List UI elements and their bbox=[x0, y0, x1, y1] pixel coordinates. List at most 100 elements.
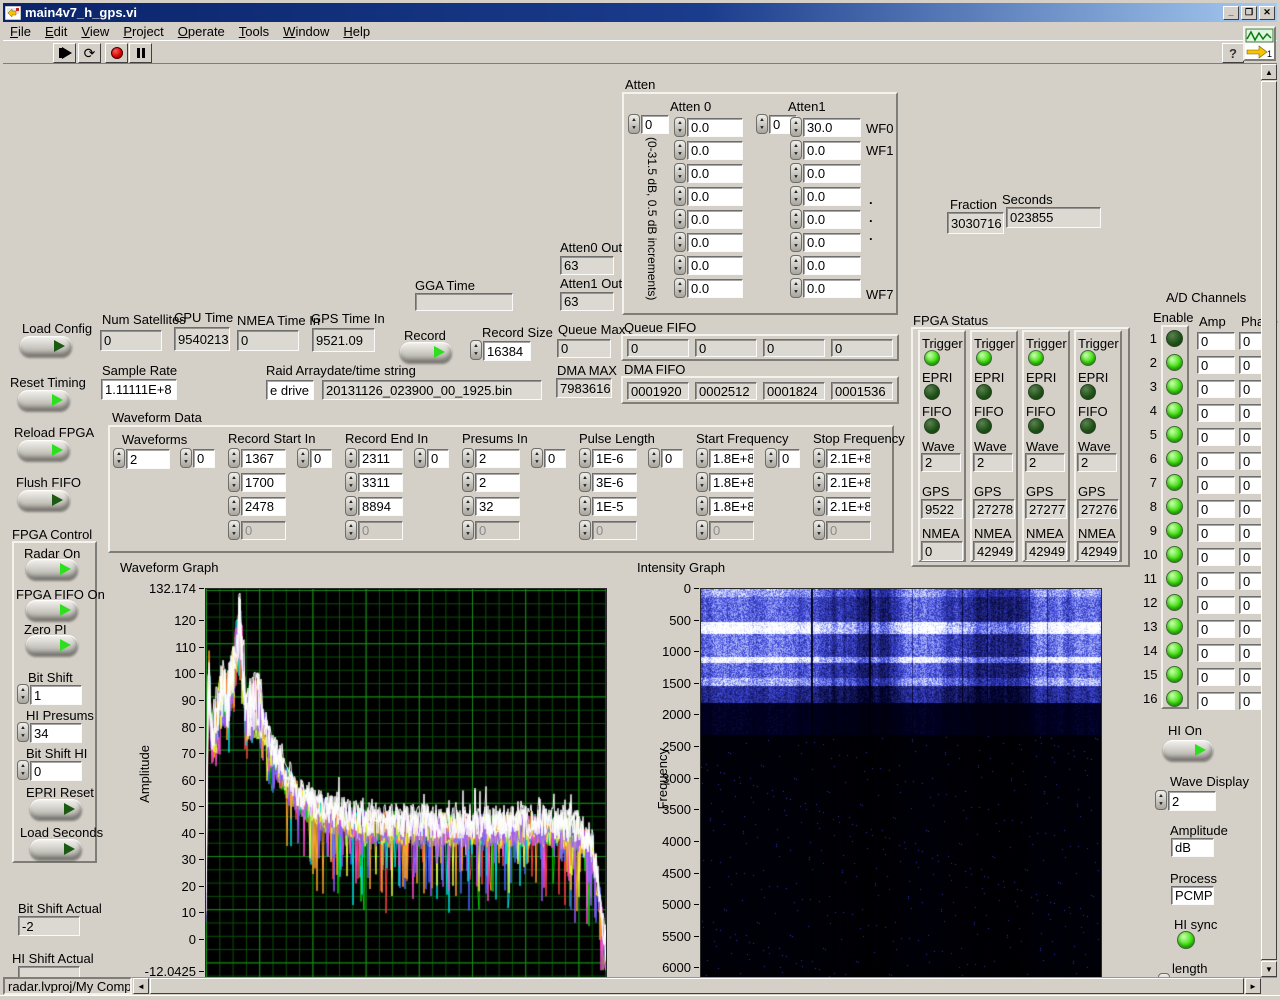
wfd-0-spinner-3[interactable]: ▲ ▼ bbox=[228, 520, 240, 540]
wfd-2-field-1[interactable]: 2 bbox=[475, 473, 520, 492]
hi-on-button[interactable] bbox=[1163, 740, 1213, 760]
wfd-index-spinner-5[interactable]: ▲ ▼ bbox=[765, 448, 777, 468]
menu-edit[interactable]: Edit bbox=[38, 22, 74, 41]
ad-enable-led-13[interactable] bbox=[1166, 618, 1183, 635]
wfd-2-field-0[interactable]: 2 bbox=[475, 449, 520, 468]
fpga-fifo-on-button[interactable] bbox=[26, 600, 78, 620]
pause-button[interactable] bbox=[129, 43, 152, 63]
ad-amp-field-12[interactable]: 0 bbox=[1197, 596, 1235, 614]
vertical-scroll-thumb[interactable] bbox=[1261, 81, 1277, 960]
ad-enable-led-3[interactable] bbox=[1166, 378, 1183, 395]
menu-help[interactable]: Help bbox=[336, 22, 377, 41]
atten0-spinner-7[interactable]: ▲ ▼ bbox=[674, 278, 686, 298]
ad-enable-led-15[interactable] bbox=[1166, 666, 1183, 683]
amplitude-field[interactable]: dB bbox=[1171, 838, 1214, 857]
menu-project[interactable]: Project bbox=[116, 22, 170, 41]
atten1-field-1[interactable]: 0.0 bbox=[803, 141, 861, 160]
atten1-field-2[interactable]: 0.0 bbox=[803, 164, 861, 183]
wfd-2-spinner-3[interactable]: ▲ ▼ bbox=[462, 520, 474, 540]
menu-file[interactable]: File bbox=[3, 22, 38, 41]
wfd-index-field-1[interactable]: 0 bbox=[310, 449, 332, 468]
wfd-1-field-2[interactable]: 8894 bbox=[358, 497, 403, 516]
ad-amp-field-10[interactable]: 0 bbox=[1197, 548, 1235, 566]
wfd-1-spinner-1[interactable]: ▲ ▼ bbox=[345, 472, 357, 492]
atten0-index-field[interactable]: 0 bbox=[641, 115, 669, 134]
ad-amp-field-4[interactable]: 0 bbox=[1197, 404, 1235, 422]
atten1-index-spinner[interactable]: ▲ ▼ bbox=[756, 114, 768, 134]
wfd-5-field-1[interactable]: 2.1E+8 bbox=[826, 473, 871, 492]
wfd-3-field-2[interactable]: 1E-5 bbox=[592, 497, 637, 516]
wfd-5-field-0[interactable]: 2.1E+8 bbox=[826, 449, 871, 468]
wfd-index-field-5[interactable]: 0 bbox=[778, 449, 800, 468]
wfd-index-field-2[interactable]: 0 bbox=[427, 449, 449, 468]
ad-amp-field-16[interactable]: 0 bbox=[1197, 692, 1235, 710]
atten1-spinner-0[interactable]: ▲ ▼ bbox=[790, 117, 802, 137]
ad-enable-led-16[interactable] bbox=[1166, 690, 1183, 707]
wfd-index-spinner-1[interactable]: ▲ ▼ bbox=[297, 448, 309, 468]
menu-window[interactable]: Window bbox=[276, 22, 336, 41]
record-size-spinner[interactable]: ▲ ▼ bbox=[470, 340, 482, 360]
atten0-spinner-3[interactable]: ▲ ▼ bbox=[674, 186, 686, 206]
wfd-0-spinner-0[interactable]: ▲ ▼ bbox=[228, 448, 240, 468]
wfd-4-spinner-3[interactable]: ▲ ▼ bbox=[696, 520, 708, 540]
wfd-0-spinner-2[interactable]: ▲ ▼ bbox=[228, 496, 240, 516]
waveform-graph-plot[interactable] bbox=[205, 588, 607, 1000]
wfd-index-field-0[interactable]: 0 bbox=[193, 449, 215, 468]
atten0-field-7[interactable]: 0.0 bbox=[687, 279, 743, 298]
wfd-5-spinner-0[interactable]: ▲ ▼ bbox=[813, 448, 825, 468]
ad-amp-field-11[interactable]: 0 bbox=[1197, 572, 1235, 590]
wave-display-spinner[interactable]: ▲ ▼ bbox=[1155, 790, 1167, 810]
wfd-index-spinner-4[interactable]: ▲ ▼ bbox=[648, 448, 660, 468]
record-size-field[interactable]: 16384 bbox=[483, 341, 531, 361]
epri-reset-button[interactable] bbox=[30, 799, 82, 819]
help-button[interactable]: ? bbox=[1222, 43, 1244, 63]
horizontal-scroll-thumb[interactable] bbox=[150, 978, 1244, 994]
wfd-5-field-2[interactable]: 2.1E+8 bbox=[826, 497, 871, 516]
atten0-field-4[interactable]: 0.0 bbox=[687, 210, 743, 229]
hi-presums-spinner[interactable]: ▲ ▼ bbox=[17, 722, 29, 742]
wfd-0-field-1[interactable]: 1700 bbox=[241, 473, 286, 492]
wfd-4-field-1[interactable]: 1.8E+8 bbox=[709, 473, 754, 492]
minimize-button[interactable]: _ bbox=[1223, 5, 1239, 20]
bit-shift-hi-spinner[interactable]: ▲ ▼ bbox=[17, 760, 29, 780]
wfd-3-field-0[interactable]: 1E-6 bbox=[592, 449, 637, 468]
wfd-index-spinner-3[interactable]: ▲ ▼ bbox=[531, 448, 543, 468]
wfd-4-spinner-1[interactable]: ▲ ▼ bbox=[696, 472, 708, 492]
atten0-field-2[interactable]: 0.0 bbox=[687, 164, 743, 183]
atten0-field-3[interactable]: 0.0 bbox=[687, 187, 743, 206]
scroll-down-button[interactable]: ▼ bbox=[1261, 961, 1277, 977]
ad-enable-led-6[interactable] bbox=[1166, 450, 1183, 467]
ad-enable-led-2[interactable] bbox=[1166, 354, 1183, 371]
scroll-left-button[interactable]: ◄ bbox=[133, 978, 149, 994]
wfd-3-spinner-0[interactable]: ▲ ▼ bbox=[579, 448, 591, 468]
radar-on-button[interactable] bbox=[26, 559, 78, 579]
wfd-1-spinner-3[interactable]: ▲ ▼ bbox=[345, 520, 357, 540]
wfd-index-spinner-2[interactable]: ▲ ▼ bbox=[414, 448, 426, 468]
wfd-index-field-4[interactable]: 0 bbox=[661, 449, 683, 468]
atten0-index-spinner[interactable]: ▲ ▼ bbox=[628, 114, 640, 134]
close-button[interactable]: ✕ bbox=[1259, 5, 1275, 20]
wfd-index-field-3[interactable]: 0 bbox=[544, 449, 566, 468]
reload-fpga-button[interactable] bbox=[18, 440, 70, 460]
wfd-3-spinner-3[interactable]: ▲ ▼ bbox=[579, 520, 591, 540]
atten0-spinner-0[interactable]: ▲ ▼ bbox=[674, 117, 686, 137]
ad-enable-led-1[interactable] bbox=[1166, 330, 1183, 347]
wfd-4-spinner-0[interactable]: ▲ ▼ bbox=[696, 448, 708, 468]
ad-amp-field-7[interactable]: 0 bbox=[1197, 476, 1235, 494]
atten0-spinner-2[interactable]: ▲ ▼ bbox=[674, 163, 686, 183]
bit-shift-hi-field[interactable]: 0 bbox=[30, 761, 82, 781]
flush-fifo-button[interactable] bbox=[18, 490, 70, 510]
wfd-5-spinner-1[interactable]: ▲ ▼ bbox=[813, 472, 825, 492]
ad-amp-field-8[interactable]: 0 bbox=[1197, 500, 1235, 518]
ad-amp-field-1[interactable]: 0 bbox=[1197, 332, 1235, 350]
restore-button[interactable]: ❐ bbox=[1241, 5, 1257, 20]
atten0-field-0[interactable]: 0.0 bbox=[687, 118, 743, 137]
atten1-field-6[interactable]: 0.0 bbox=[803, 256, 861, 275]
atten0-field-6[interactable]: 0.0 bbox=[687, 256, 743, 275]
intensity-graph-plot[interactable] bbox=[700, 588, 1102, 1000]
wfd-5-spinner-3[interactable]: ▲ ▼ bbox=[813, 520, 825, 540]
waveforms-field[interactable]: 2 bbox=[126, 449, 170, 469]
abort-button[interactable] bbox=[105, 43, 128, 63]
atten1-spinner-6[interactable]: ▲ ▼ bbox=[790, 255, 802, 275]
wfd-1-field-0[interactable]: 2311 bbox=[358, 449, 403, 468]
